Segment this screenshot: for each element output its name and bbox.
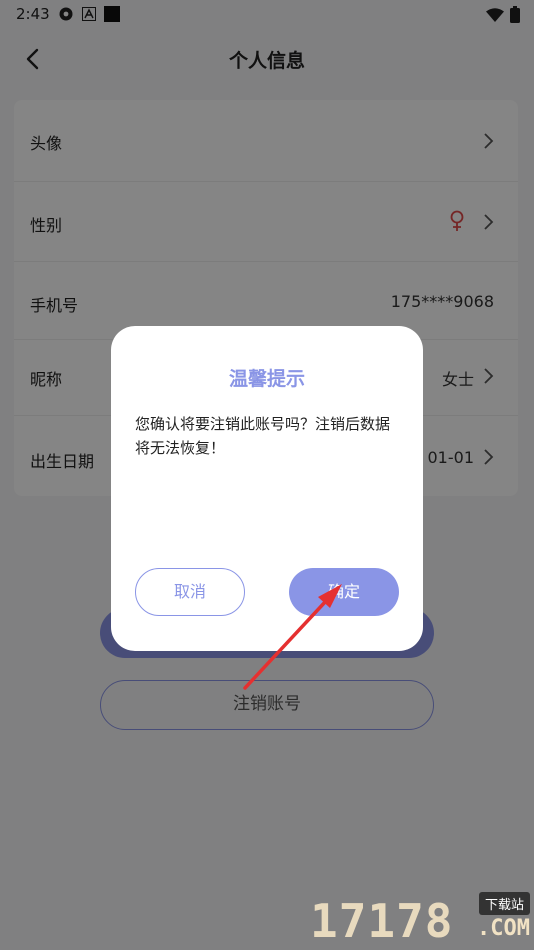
dialog-cancel-button[interactable]: 取消 — [135, 568, 245, 616]
watermark-domain: .COM — [477, 916, 530, 941]
watermark-number: 17178 — [310, 894, 454, 948]
dialog-title: 温馨提示 — [228, 368, 305, 390]
confirm-dialog: 温馨提示 您确认将要注销此账号吗？注销后数据将无法恢复！ 取消 确定 — [111, 326, 423, 651]
watermark-badge: 下载站 — [478, 892, 530, 915]
watermark-logo: 17178 下载站 .COM — [310, 888, 532, 948]
dialog-message: 您确认将要注销此账号吗？注销后数据将无法恢复！ — [135, 415, 391, 457]
dialog-confirm-button[interactable]: 确定 — [289, 568, 399, 616]
